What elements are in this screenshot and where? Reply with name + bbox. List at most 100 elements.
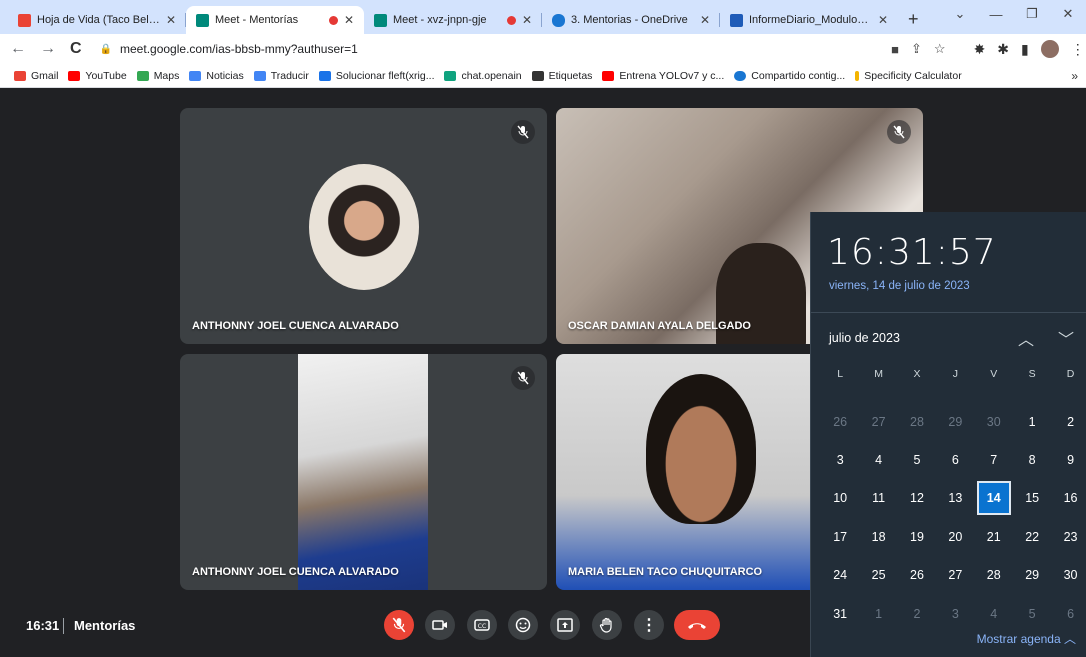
bookmark-chat-openai[interactable]: chat.openain <box>444 70 522 82</box>
calendar-day[interactable]: 11 <box>859 479 897 517</box>
profile-avatar-icon[interactable] <box>1040 40 1059 58</box>
close-tab-icon[interactable]: ✕ <box>700 13 710 27</box>
calendar-day[interactable]: 23 <box>1051 518 1086 556</box>
calendar-day[interactable]: 5 <box>1013 594 1051 632</box>
emoji-reaction-button[interactable] <box>508 610 538 640</box>
muted-mic-icon <box>511 366 535 390</box>
bookmark-yolov7[interactable]: Entrena YOLOv7 y c... <box>602 70 724 82</box>
calendar-day[interactable]: 5 <box>898 441 936 479</box>
calendar-day[interactable]: 31 <box>821 594 859 632</box>
camera-toggle-button[interactable] <box>425 610 455 640</box>
previous-month-chevron-up-icon[interactable]: ︿ <box>1018 326 1034 350</box>
close-tab-icon[interactable]: ✕ <box>344 13 354 27</box>
window-controls: ⌄ — ❐ ✕ <box>942 0 1086 28</box>
calendar-day-today[interactable]: 14 <box>976 481 1011 516</box>
calendar-day[interactable]: 22 <box>1013 518 1051 556</box>
calendar-day[interactable]: 6 <box>1051 594 1086 632</box>
calendar-day[interactable]: 2 <box>1051 402 1086 440</box>
reload-icon[interactable]: C <box>70 40 82 58</box>
captions-button[interactable]: CC <box>467 610 497 640</box>
bookmark-compartido[interactable]: Compartido contig... <box>734 70 845 82</box>
bookmark-traducir[interactable]: Traducir <box>253 70 309 82</box>
calendar-day[interactable]: 2 <box>898 594 936 632</box>
calendar-day[interactable]: 26 <box>821 402 859 440</box>
calendar-day[interactable]: 24 <box>821 556 859 594</box>
raise-hand-button[interactable] <box>592 610 622 640</box>
tab-meet-mentorias[interactable]: Meet - Mentorías ✕ <box>186 6 364 34</box>
calendar-day[interactable]: 30 <box>975 402 1013 440</box>
puzzle-icon[interactable]: ✱ <box>997 41 1009 58</box>
address-bar[interactable]: 🔒 meet.google.com/ias-bbsb-mmy?authuser=… <box>96 38 946 60</box>
next-month-chevron-down-icon[interactable]: ﹀ <box>1058 326 1074 350</box>
calendar-day[interactable]: 3 <box>821 441 859 479</box>
calendar-day[interactable]: 26 <box>898 556 936 594</box>
tab-hoja-de-vida[interactable]: Hoja de Vida (Taco Belén) - n ✕ <box>8 6 186 34</box>
bookmark-specificity[interactable]: Specificity Calculator <box>855 70 962 82</box>
calendar-day[interactable]: 16 <box>1051 479 1086 517</box>
calendar-day[interactable]: 1 <box>1013 402 1051 440</box>
close-window-button[interactable]: ✕ <box>1050 6 1086 22</box>
calendar-day[interactable]: 1 <box>859 594 897 632</box>
side-panel-icon[interactable]: ▮ <box>1021 41 1029 58</box>
calendar-day[interactable]: 4 <box>859 441 897 479</box>
present-screen-button[interactable] <box>550 610 580 640</box>
calendar-day[interactable]: 25 <box>859 556 897 594</box>
calendar-day[interactable]: 12 <box>898 479 936 517</box>
calendar-day[interactable]: 7 <box>975 441 1013 479</box>
calendar-day[interactable]: 15 <box>1013 479 1051 517</box>
close-tab-icon[interactable]: ✕ <box>522 13 532 27</box>
calendar-day[interactable]: 8 <box>1013 441 1051 479</box>
minimize-button[interactable]: — <box>978 7 1014 22</box>
calendar-day[interactable]: 21 <box>975 518 1013 556</box>
share-icon[interactable]: ⇪ <box>911 41 922 57</box>
bookmark-etiquetas[interactable]: Etiquetas <box>531 70 592 82</box>
forward-arrow-icon[interactable]: → <box>40 40 56 58</box>
calendar-day[interactable]: 17 <box>821 518 859 556</box>
calendar-day[interactable]: 13 <box>936 479 974 517</box>
new-tab-button[interactable]: + <box>908 9 919 30</box>
calendar-day[interactable]: 9 <box>1051 441 1086 479</box>
close-tab-icon[interactable]: ✕ <box>878 13 888 27</box>
bookmark-star-icon[interactable]: ☆ <box>934 41 946 57</box>
calendar-day[interactable]: 19 <box>898 518 936 556</box>
calendar-day[interactable]: 28 <box>975 556 1013 594</box>
recording-indicator-icon <box>506 15 516 25</box>
participant-tile[interactable]: ANTHONNY JOEL CUENCA ALVARADO <box>180 108 547 344</box>
calendar-day[interactable]: 28 <box>898 402 936 440</box>
tab-search-icon[interactable]: ⌄ <box>942 6 978 22</box>
calendar-day[interactable]: 27 <box>859 402 897 440</box>
calendar-day[interactable]: 3 <box>936 594 974 632</box>
calendar-day[interactable]: 27 <box>936 556 974 594</box>
calendar-day[interactable]: 6 <box>936 441 974 479</box>
calendar-day[interactable]: 18 <box>859 518 897 556</box>
menu-dots-icon[interactable]: ⋮ <box>1071 41 1085 58</box>
calendar-day[interactable]: 30 <box>1051 556 1086 594</box>
calendar-day[interactable]: 10 <box>821 479 859 517</box>
more-bookmarks-icon[interactable]: » <box>1071 69 1078 83</box>
calendar-day[interactable]: 20 <box>936 518 974 556</box>
flyout-date[interactable]: viernes, 14 de julio de 2023 <box>829 280 970 292</box>
lock-icon[interactable]: 🔒 <box>100 44 112 55</box>
tab-onedrive[interactable]: 3. Mentorias - OneDrive ✕ <box>542 6 720 34</box>
leave-call-button[interactable] <box>674 610 720 640</box>
camera-in-use-icon[interactable]: ■ <box>891 42 899 57</box>
restore-button[interactable]: ❐ <box>1014 6 1050 22</box>
tab-meet-xvz[interactable]: Meet - xvz-jnpn-gje ✕ <box>364 6 542 34</box>
back-arrow-icon[interactable]: ← <box>10 40 26 58</box>
tab-informe-diario[interactable]: InformeDiario_ModuloMent ✕ <box>720 6 898 34</box>
bookmark-gmail[interactable]: Gmail <box>14 70 58 82</box>
bookmark-solucionar[interactable]: Solucionar fleft(xrig... <box>318 70 434 82</box>
bookmark-maps[interactable]: Maps <box>136 70 179 82</box>
calendar-month-label[interactable]: julio de 2023 <box>829 331 900 345</box>
more-options-button[interactable]: ⋮ <box>634 610 664 640</box>
extension-icon[interactable]: ✸ <box>974 41 986 58</box>
mic-toggle-button[interactable] <box>384 610 414 640</box>
bookmark-noticias[interactable]: Noticias <box>189 70 244 82</box>
calendar-day[interactable]: 29 <box>1013 556 1051 594</box>
calendar-day[interactable]: 4 <box>975 594 1013 632</box>
show-agenda-button[interactable]: Mostrar agenda ︿ <box>977 630 1076 647</box>
participant-tile[interactable]: ANTHONNY JOEL CUENCA ALVARADO <box>180 354 547 590</box>
bookmark-youtube[interactable]: YouTube <box>68 70 127 82</box>
calendar-day[interactable]: 29 <box>936 402 974 440</box>
close-tab-icon[interactable]: ✕ <box>166 13 176 27</box>
